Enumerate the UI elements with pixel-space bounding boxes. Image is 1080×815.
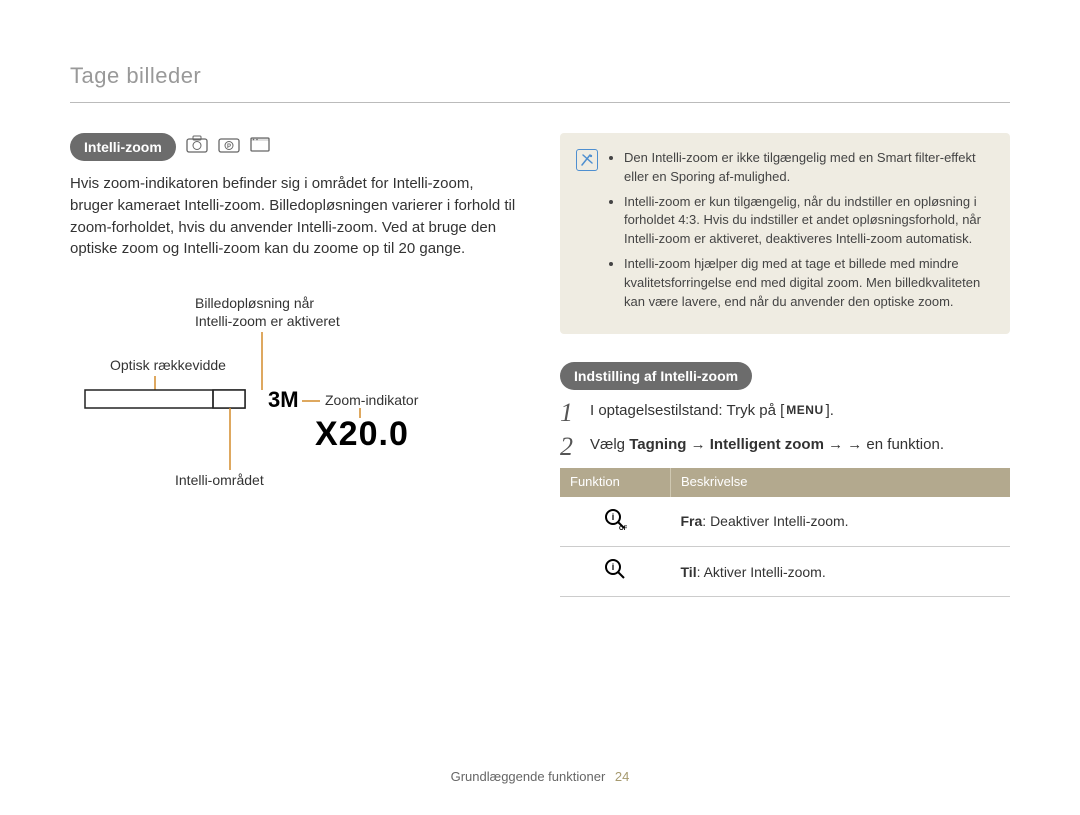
step2-post: → en funktion.	[847, 436, 944, 453]
page-footer: Grundlæggende funktioner 24	[0, 768, 1080, 787]
row-on-desc: : Aktiver Intelli-zoom.	[697, 564, 826, 580]
table-header-description: Beskrivelse	[671, 468, 1011, 497]
function-table: Funktion Beskrivelse OFF i	[560, 468, 1010, 597]
row-off-label: Fra	[681, 513, 703, 529]
page-number: 24	[615, 769, 629, 784]
intelli-zoom-description: Hvis zoom-indikatoren befinder sig i omr…	[70, 173, 520, 260]
row-off-desc: : Deaktiver Intelli-zoom.	[702, 513, 848, 529]
table-row: i Til: Aktiver Intelli-zoom.	[560, 547, 1010, 597]
left-column: Intelli-zoom P	[70, 133, 520, 597]
note-list: Den Intelli-zoom er ikke tilgængelig med…	[610, 149, 992, 318]
note-item: Intelli-zoom hjælper dig med at tage et …	[624, 255, 992, 312]
note-item: Den Intelli-zoom er ikke tilgængelig med…	[624, 149, 992, 187]
step-2: 2 Vælg Tagning → Intelligent zoom → → en…	[560, 434, 1010, 460]
intelli-zoom-pill: Intelli-zoom	[70, 133, 176, 161]
zoom-diagram: Billedopløsning når Intelli-zoom er akti…	[70, 290, 520, 510]
scene-mode-icon	[249, 135, 271, 158]
note-box: Den Intelli-zoom er ikke tilgængelig med…	[560, 133, 1010, 334]
arrow-icon: →	[686, 436, 709, 453]
step-1: 1 I optagelsestilstand: Tryk på [MENU].	[560, 400, 1010, 426]
intelli-zoom-on-icon: i	[560, 547, 671, 597]
note-icon	[576, 149, 598, 171]
zoom-indicator-label: Zoom-indikator	[325, 392, 419, 408]
arrow-icon: →	[824, 436, 847, 453]
resolution-label-1: Billedopløsning når	[195, 295, 314, 311]
smart-mode-icon	[186, 135, 208, 158]
table-row: OFF i Fra: Deaktiver Intelli-zoom.	[560, 497, 1010, 547]
intelli-area-label: Intelli-området	[175, 472, 264, 488]
footer-text: Grundlæggende funktioner	[451, 769, 606, 784]
title-divider	[70, 102, 1010, 103]
intelli-zoom-off-icon: OFF i	[560, 497, 671, 547]
resolution-label-2: Intelli-zoom er aktiveret	[195, 313, 340, 329]
zoom-value: X20.0	[315, 415, 409, 453]
resolution-value: 3M	[268, 387, 299, 412]
step1-text-post: ].	[826, 402, 834, 419]
step1-text-pre: I optagelsestilstand: Tryk på [	[590, 402, 784, 419]
table-header-function: Funktion	[560, 468, 671, 497]
svg-text:i: i	[612, 512, 615, 522]
section-title: Tage billeder	[70, 60, 1010, 92]
step-number: 1	[560, 400, 580, 426]
step-number: 2	[560, 434, 580, 460]
step2-pre: Vælg	[590, 436, 629, 453]
optical-range-label: Optisk rækkevidde	[110, 357, 226, 373]
step2-intelligent-zoom: Intelligent zoom	[710, 436, 824, 453]
step2-tagning: Tagning	[629, 436, 686, 453]
svg-text:P: P	[227, 144, 231, 150]
svg-text:i: i	[612, 562, 615, 572]
right-column: Den Intelli-zoom er ikke tilgængelig med…	[560, 133, 1010, 597]
svg-text:OFF: OFF	[619, 526, 627, 531]
row-on-label: Til	[681, 564, 697, 580]
program-mode-icon: P	[218, 135, 240, 158]
settings-pill: Indstilling af Intelli-zoom	[560, 362, 752, 390]
menu-button-label: MENU	[784, 403, 825, 417]
note-item: Intelli-zoom er kun tilgængelig, når du …	[624, 193, 992, 250]
